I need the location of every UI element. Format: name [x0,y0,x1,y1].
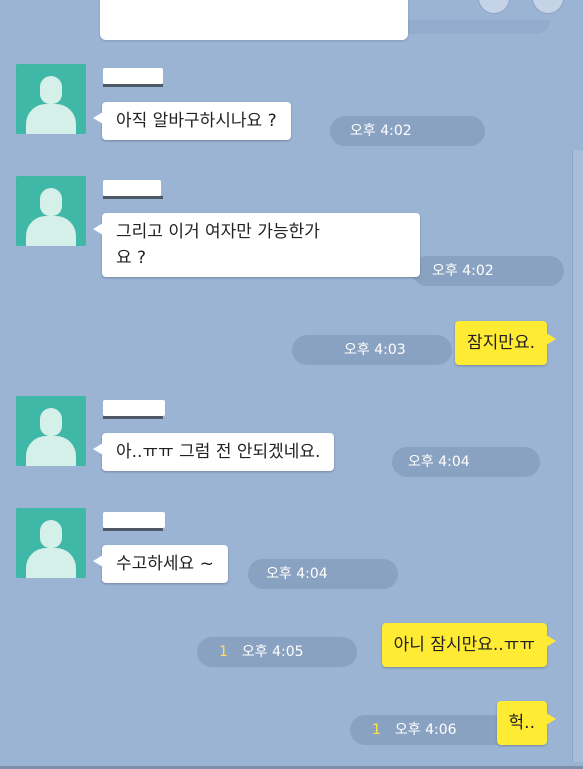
avatar[interactable] [16,64,86,134]
previous-message-bubble [100,0,408,40]
outgoing-message[interactable]: 잠지만요. [455,321,556,365]
top-toolbar-button[interactable] [532,0,564,14]
avatar[interactable] [16,176,86,246]
message-time: 오후 4:05 [241,644,304,660]
sender-name-redacted [103,68,163,87]
scrollbar[interactable] [572,150,583,762]
outgoing-message[interactable]: 헉.. [496,701,557,745]
avatar[interactable] [16,396,86,466]
message-time: 오후 4:04 [248,559,398,589]
top-toolbar-button[interactable] [478,0,510,14]
avatar-body-shape [26,548,76,578]
incoming-message[interactable]: 아..ㅠㅠ 그럼 전 안되겠네요. [92,433,335,471]
message-time-row: 1 오후 4:05 [197,637,357,667]
unread-count: 1 [219,644,228,660]
message-time: 오후 4:02 [330,116,485,146]
message-time: 오후 4:04 [392,447,540,477]
message-time: 오후 4:02 [412,256,564,286]
incoming-message[interactable]: 아직 알바구하시나요 ? [93,102,291,140]
chat-area[interactable]: 아직 알바구하시나요 ? 오후 4:02 그리고 이거 여자만 가능한가 요 ?… [0,0,583,769]
avatar-head-shape [40,520,62,548]
message-time: 오후 4:06 [394,722,457,738]
avatar-body-shape [26,436,76,466]
message-time: 오후 4:03 [292,335,452,365]
outgoing-message[interactable]: 아니 잠시만요..ㅠㅠ [381,623,557,667]
avatar[interactable] [16,508,86,578]
avatar-head-shape [40,188,62,216]
incoming-message[interactable]: 수고하세요 ~ [93,545,228,583]
sender-name-redacted [103,400,165,419]
sender-name-redacted [103,512,165,531]
avatar-body-shape [26,104,76,134]
avatar-head-shape [40,408,62,436]
avatar-head-shape [40,76,62,104]
message-time-row: 1 오후 4:06 [350,715,510,745]
avatar-body-shape [26,216,76,246]
incoming-message[interactable]: 그리고 이거 여자만 가능한가 요 ? [93,213,420,277]
sender-name-redacted [103,180,163,199]
unread-count: 1 [372,722,381,738]
